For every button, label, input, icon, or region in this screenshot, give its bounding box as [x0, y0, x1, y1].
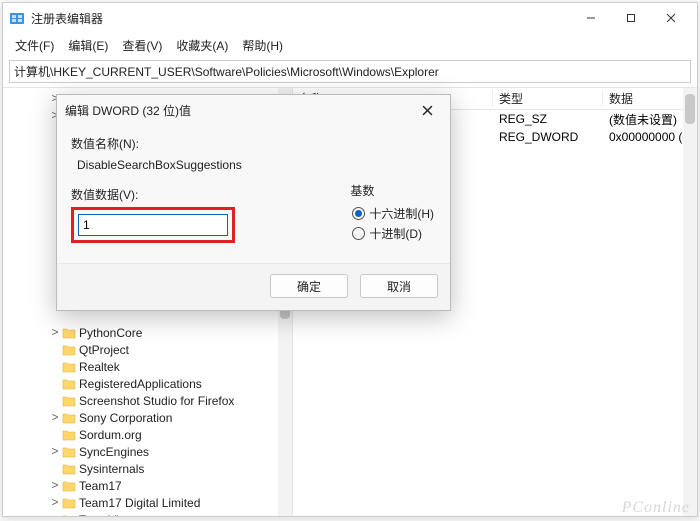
tree-item[interactable]: RegisteredApplications [3, 375, 292, 392]
menu-file[interactable]: 文件(F) [9, 35, 60, 56]
minimize-button[interactable] [571, 4, 611, 32]
folder-icon [62, 412, 76, 424]
tree-item[interactable]: >Sony Corporation [3, 409, 292, 426]
radio-hex[interactable]: 十六进制(H) [352, 205, 434, 222]
col-type[interactable]: 类型 [493, 90, 603, 107]
tree-item[interactable]: >TeamViewer [3, 511, 292, 516]
tree-item[interactable]: >Team17 Digital Limited [3, 494, 292, 511]
tree-item[interactable]: QtProject [3, 341, 292, 358]
tree-item-label: PythonCore [79, 326, 142, 340]
cancel-button[interactable]: 取消 [360, 274, 438, 298]
folder-icon [62, 378, 76, 390]
menu-view[interactable]: 查看(V) [116, 35, 168, 56]
folder-icon [62, 395, 76, 407]
values-scrollbar[interactable] [683, 88, 697, 516]
tree-item-label: Sysinternals [79, 462, 144, 476]
tree-item[interactable]: Screenshot Studio for Firefox [3, 392, 292, 409]
tree-item-label: Team17 Digital Limited [79, 496, 200, 510]
tree-item-label: Sony Corporation [79, 411, 172, 425]
tree-item[interactable]: >PythonCore [3, 324, 292, 341]
value-name-field: DisableSearchBoxSuggestions [71, 156, 436, 180]
tree-item[interactable]: Sordum.org [3, 426, 292, 443]
edit-dword-dialog: 编辑 DWORD (32 位)值 数值名称(N): DisableSearchB… [56, 94, 451, 311]
window-controls [571, 4, 691, 32]
menu-bar: 文件(F) 编辑(E) 查看(V) 收藏夹(A) 帮助(H) [3, 33, 697, 58]
menu-edit[interactable]: 编辑(E) [62, 35, 114, 56]
value-data-input[interactable] [78, 214, 228, 236]
title-bar: 注册表编辑器 [3, 3, 697, 33]
tree-item[interactable]: Sysinternals [3, 460, 292, 477]
folder-icon [62, 463, 76, 475]
dialog-title: 编辑 DWORD (32 位)值 [65, 102, 412, 119]
folder-icon [62, 446, 76, 458]
base-label: 基数 [350, 182, 434, 199]
tree-item-label: RegisteredApplications [79, 377, 202, 391]
folder-icon [62, 514, 76, 517]
dialog-title-bar: 编辑 DWORD (32 位)值 [57, 95, 450, 125]
tree-item[interactable]: Realtek [3, 358, 292, 375]
radio-dec-label: 十进制(D) [369, 225, 422, 242]
dialog-close-button[interactable] [412, 96, 442, 124]
base-group: 基数 十六进制(H) 十进制(D) [348, 180, 436, 253]
menu-help[interactable]: 帮助(H) [236, 35, 289, 56]
tree-item[interactable]: >Team17 [3, 477, 292, 494]
value-type-cell: REG_SZ [493, 112, 603, 126]
app-icon [9, 10, 25, 26]
radio-dec[interactable]: 十进制(D) [352, 225, 434, 242]
radio-dec-indicator [352, 227, 365, 240]
folder-icon [62, 361, 76, 373]
folder-icon [62, 429, 76, 441]
tree-item-label: QtProject [79, 343, 129, 357]
folder-icon [62, 344, 76, 356]
tree-item-label: TeamViewer [79, 513, 145, 517]
folder-icon [62, 497, 76, 509]
tree-item-label: Team17 [79, 479, 122, 493]
ok-button[interactable]: 确定 [270, 274, 348, 298]
window-title: 注册表编辑器 [31, 10, 571, 27]
address-bar[interactable]: 计算机\HKEY_CURRENT_USER\Software\Policies\… [9, 60, 691, 83]
tree-item-label: Realtek [79, 360, 120, 374]
tree-item[interactable]: >SyncEngines [3, 443, 292, 460]
folder-icon [62, 327, 76, 339]
radio-hex-label: 十六进制(H) [369, 205, 434, 222]
close-button[interactable] [651, 4, 691, 32]
value-name-label: 数值名称(N): [71, 135, 436, 152]
value-type-cell: REG_DWORD [493, 130, 603, 144]
tree-item-label: Sordum.org [79, 428, 142, 442]
highlight-annotation [71, 207, 235, 243]
tree-item-label: Screenshot Studio for Firefox [79, 394, 234, 408]
radio-hex-indicator [352, 207, 365, 220]
folder-icon [62, 480, 76, 492]
menu-favorites[interactable]: 收藏夹(A) [170, 35, 234, 56]
tree-item-label: SyncEngines [79, 445, 149, 459]
value-data-label: 数值数据(V): [71, 186, 326, 203]
maximize-button[interactable] [611, 4, 651, 32]
